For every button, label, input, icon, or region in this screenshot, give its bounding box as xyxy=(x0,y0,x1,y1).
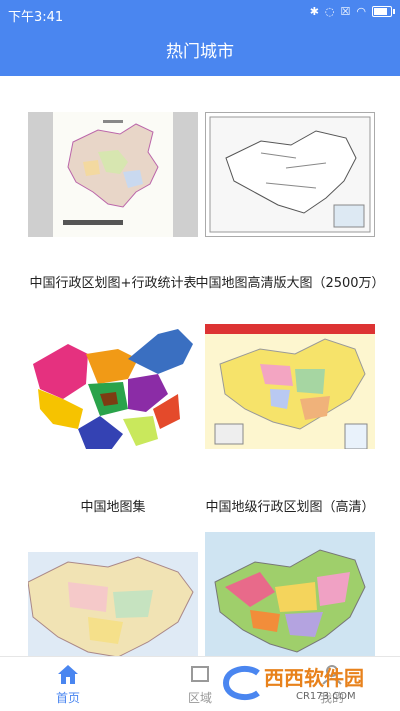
wifi-icon: ◠ xyxy=(356,5,366,18)
home-icon xyxy=(58,665,78,684)
nav-region-label: 区域 xyxy=(187,691,212,705)
page-title: 热门城市 xyxy=(0,28,400,76)
map-thumbnail[interactable] xyxy=(205,532,375,656)
card-caption[interactable]: 中国地级行政区划图（高清） xyxy=(193,496,387,515)
card-caption[interactable]: 中国地图高清版大图（2500万） xyxy=(193,272,387,291)
battery-icon xyxy=(372,6,395,17)
map-thumbnail[interactable] xyxy=(28,552,198,656)
watermark-url: CR173.COM xyxy=(296,691,356,702)
mute-icon: ◌ xyxy=(324,5,335,18)
map-thumbnail[interactable] xyxy=(28,112,198,237)
map-card[interactable]: 中国地图集 xyxy=(28,324,198,515)
card-caption[interactable]: 中国行政区划图+行政统计表 xyxy=(16,272,210,291)
map-card[interactable]: 中国地图高清版大图（2500万） xyxy=(195,112,385,291)
card-caption[interactable]: 中国地图集 xyxy=(16,496,210,515)
map-thumbnail[interactable] xyxy=(28,324,198,449)
status-time: 下午3:41 xyxy=(8,10,64,25)
status-bar: 下午3:41 ✱ ◌ ☒ ◠ xyxy=(0,0,400,28)
nav-home[interactable]: 首页 xyxy=(28,663,108,706)
nav-home-label: 首页 xyxy=(55,691,80,705)
map-card[interactable] xyxy=(205,532,375,656)
sim-icon: ☒ xyxy=(340,5,351,18)
map-card[interactable] xyxy=(28,552,198,656)
status-icons: ✱ ◌ ☒ ◠ xyxy=(309,5,395,18)
bluetooth-icon: ✱ xyxy=(309,5,319,18)
map-thumbnail[interactable] xyxy=(205,324,375,449)
watermark-brand: 西西软件园 xyxy=(264,666,364,690)
map-thumbnail[interactable] xyxy=(205,112,375,237)
region-icon xyxy=(191,666,209,682)
city-grid[interactable]: 中国行政区划图+行政统计表 中国地图高清版大图（2500万） 中国地图集 中国地… xyxy=(0,76,400,656)
map-card[interactable]: 中国地级行政区划图（高清） xyxy=(205,324,375,515)
watermark-logo: 西西软件园 CR173.COM xyxy=(218,663,394,703)
map-card[interactable]: 中国行政区划图+行政统计表 xyxy=(28,112,198,291)
